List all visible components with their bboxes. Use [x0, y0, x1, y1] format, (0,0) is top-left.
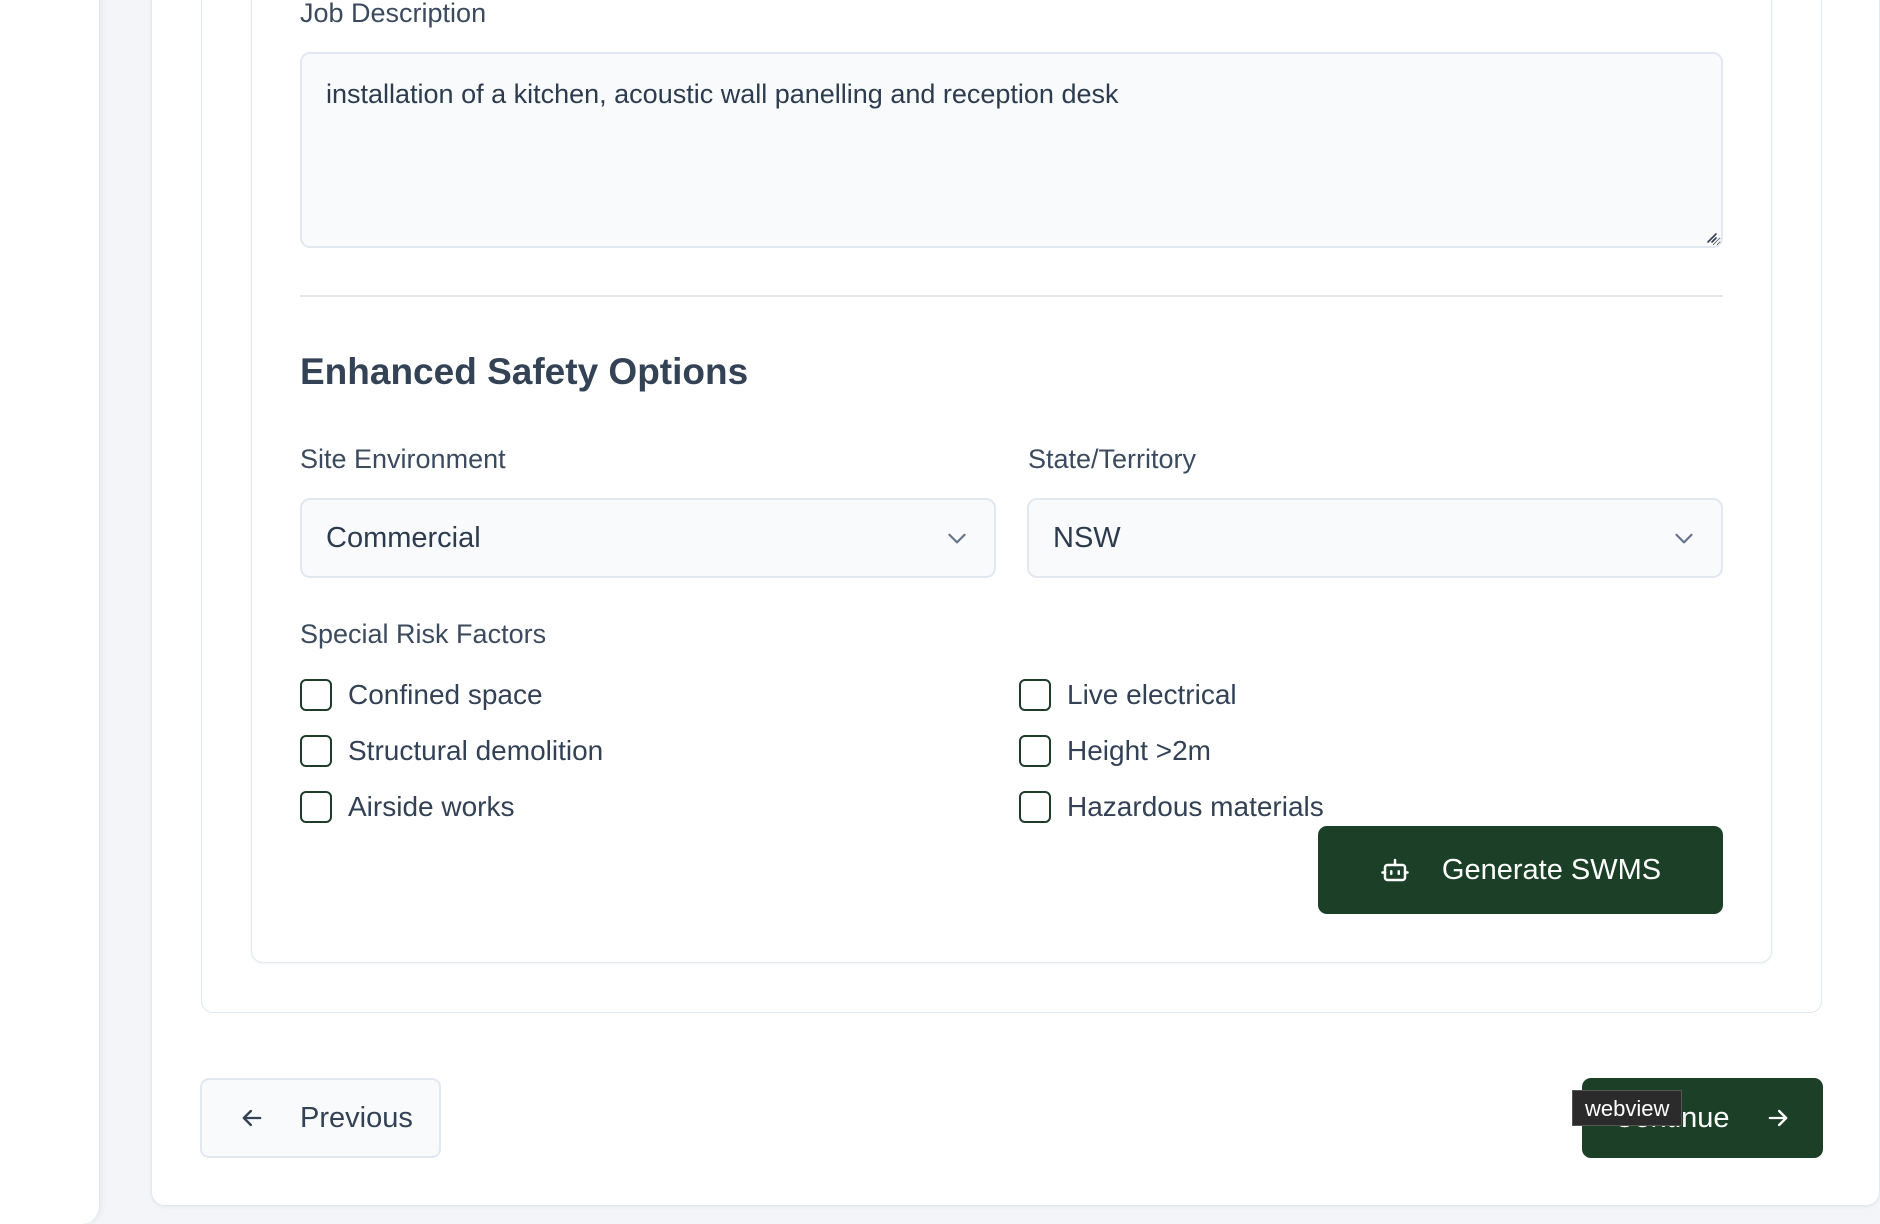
checkbox-label: Height >2m: [1067, 735, 1211, 766]
checkbox[interactable]: [1019, 791, 1051, 823]
arrow-right-icon: [1768, 1109, 1787, 1127]
job-description-label: Job Description: [300, 0, 487, 28]
risk-height[interactable]: Height >2m: [1019, 733, 1211, 769]
checkbox-label: Structural demolition: [348, 735, 604, 766]
state-territory-label: State/Territory: [1028, 444, 1197, 474]
state-territory-value: NSW: [1053, 521, 1121, 554]
site-environment-select[interactable]: Commercial: [300, 498, 996, 578]
previous-button[interactable]: Previous: [200, 1078, 441, 1158]
checkbox[interactable]: [300, 791, 332, 823]
checkbox[interactable]: [1019, 735, 1051, 767]
checkbox-label: Hazardous materials: [1067, 791, 1324, 822]
special-risk-factors-label: Special Risk Factors: [300, 619, 547, 649]
state-territory-select[interactable]: NSW: [1027, 498, 1723, 578]
risk-hazardous-materials[interactable]: Hazardous materials: [1019, 789, 1324, 825]
checkbox-label: Airside works: [348, 791, 515, 822]
chevron-down-icon: [1675, 533, 1693, 544]
checkbox-label: Live electrical: [1067, 679, 1237, 710]
generate-swms-button[interactable]: Generate SWMS: [1318, 826, 1723, 914]
robot-icon: [1381, 858, 1409, 882]
generate-swms-label: Generate SWMS: [1441, 853, 1662, 886]
enhanced-safety-title: Enhanced Safety Options: [300, 351, 749, 392]
arrow-left-icon: [242, 1109, 262, 1127]
risk-confined-space[interactable]: Confined space: [300, 677, 543, 713]
checkbox[interactable]: [300, 735, 332, 767]
checkbox[interactable]: [1019, 679, 1051, 711]
checkbox[interactable]: [300, 679, 332, 711]
risk-structural-demolition[interactable]: Structural demolition: [300, 733, 603, 769]
previous-label: Previous: [300, 1101, 413, 1134]
chevron-down-icon: [948, 533, 966, 544]
site-environment-label: Site Environment: [300, 444, 506, 474]
webview-tooltip: webview: [1572, 1090, 1683, 1126]
checkbox-label: Confined space: [348, 679, 543, 710]
site-environment-value: Commercial: [326, 521, 481, 554]
resize-handle-icon[interactable]: [1702, 228, 1718, 244]
section-divider: [300, 295, 1723, 297]
risk-live-electrical[interactable]: Live electrical: [1019, 677, 1237, 713]
risk-airside-works[interactable]: Airside works: [300, 789, 514, 825]
sidebar-panel: [0, 0, 100, 1224]
job-description-textarea[interactable]: installation of a kitchen, acoustic wall…: [300, 52, 1723, 248]
